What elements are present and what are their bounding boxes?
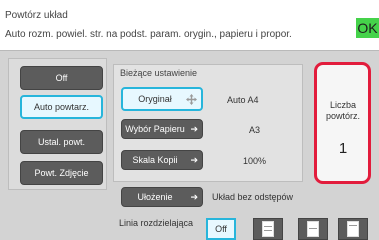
- paper-value: A3: [249, 125, 261, 135]
- four-way-arrow-icon: [186, 93, 197, 105]
- original-settings-icon: [186, 89, 197, 109]
- ok-button[interactable]: OK: [356, 18, 379, 38]
- copy-scale-label: Skala Kopii: [132, 155, 178, 165]
- current-settings-heading: Bieżące ustawienie: [120, 68, 198, 78]
- mode-auto-repeat-button[interactable]: Auto powtarz.: [20, 95, 103, 119]
- original-button[interactable]: Oryginał: [121, 87, 203, 111]
- divider-off-button[interactable]: Off: [206, 218, 236, 240]
- divider-line-label: Linia rozdzielająca: [118, 218, 194, 228]
- page-subtitle: Auto rozm. powiel. str. na podst. param.…: [5, 29, 292, 40]
- mode-photo-repeat-button[interactable]: Powt. Zdjęcie: [20, 161, 103, 185]
- layout-button[interactable]: Ułożenie ➔: [121, 187, 203, 207]
- paper-select-label: Wybór Papieru: [125, 124, 185, 134]
- scale-value: 100%: [243, 156, 267, 166]
- arrow-right-icon: ➔: [190, 154, 198, 165]
- mode-fixed-repeat-button[interactable]: Ustal. powt.: [20, 130, 103, 154]
- mode-off-button[interactable]: Off: [20, 66, 103, 90]
- arrow-right-icon: ➔: [190, 191, 198, 202]
- divider-option-1-button[interactable]: [253, 218, 283, 240]
- page-border-line-icon: [347, 221, 359, 237]
- paper-select-button[interactable]: Wybór Papieru ➔: [121, 119, 203, 139]
- page-title: Powtórz układ: [5, 10, 68, 21]
- page-solid-line-icon: [262, 221, 274, 237]
- repeat-count-box[interactable]: [314, 62, 371, 184]
- page-dashed-line-icon: [307, 221, 319, 237]
- arrow-right-icon: ➔: [190, 123, 198, 134]
- header-bar: Powtórz układ Auto rozm. powiel. str. na…: [0, 0, 379, 51]
- divider-option-3-button[interactable]: [338, 218, 368, 240]
- original-button-label: Oryginał: [138, 94, 172, 104]
- divider-option-2-button[interactable]: [298, 218, 328, 240]
- copy-scale-button[interactable]: Skala Kopii ➔: [121, 150, 203, 170]
- layout-button-label: Ułożenie: [137, 192, 173, 202]
- repeat-count-label: Liczba powtórz.: [325, 100, 360, 121]
- layout-value: Układ bez odstępów: [212, 192, 294, 202]
- original-value: Auto A4: [227, 95, 259, 105]
- repeat-count-value: 1: [338, 140, 348, 157]
